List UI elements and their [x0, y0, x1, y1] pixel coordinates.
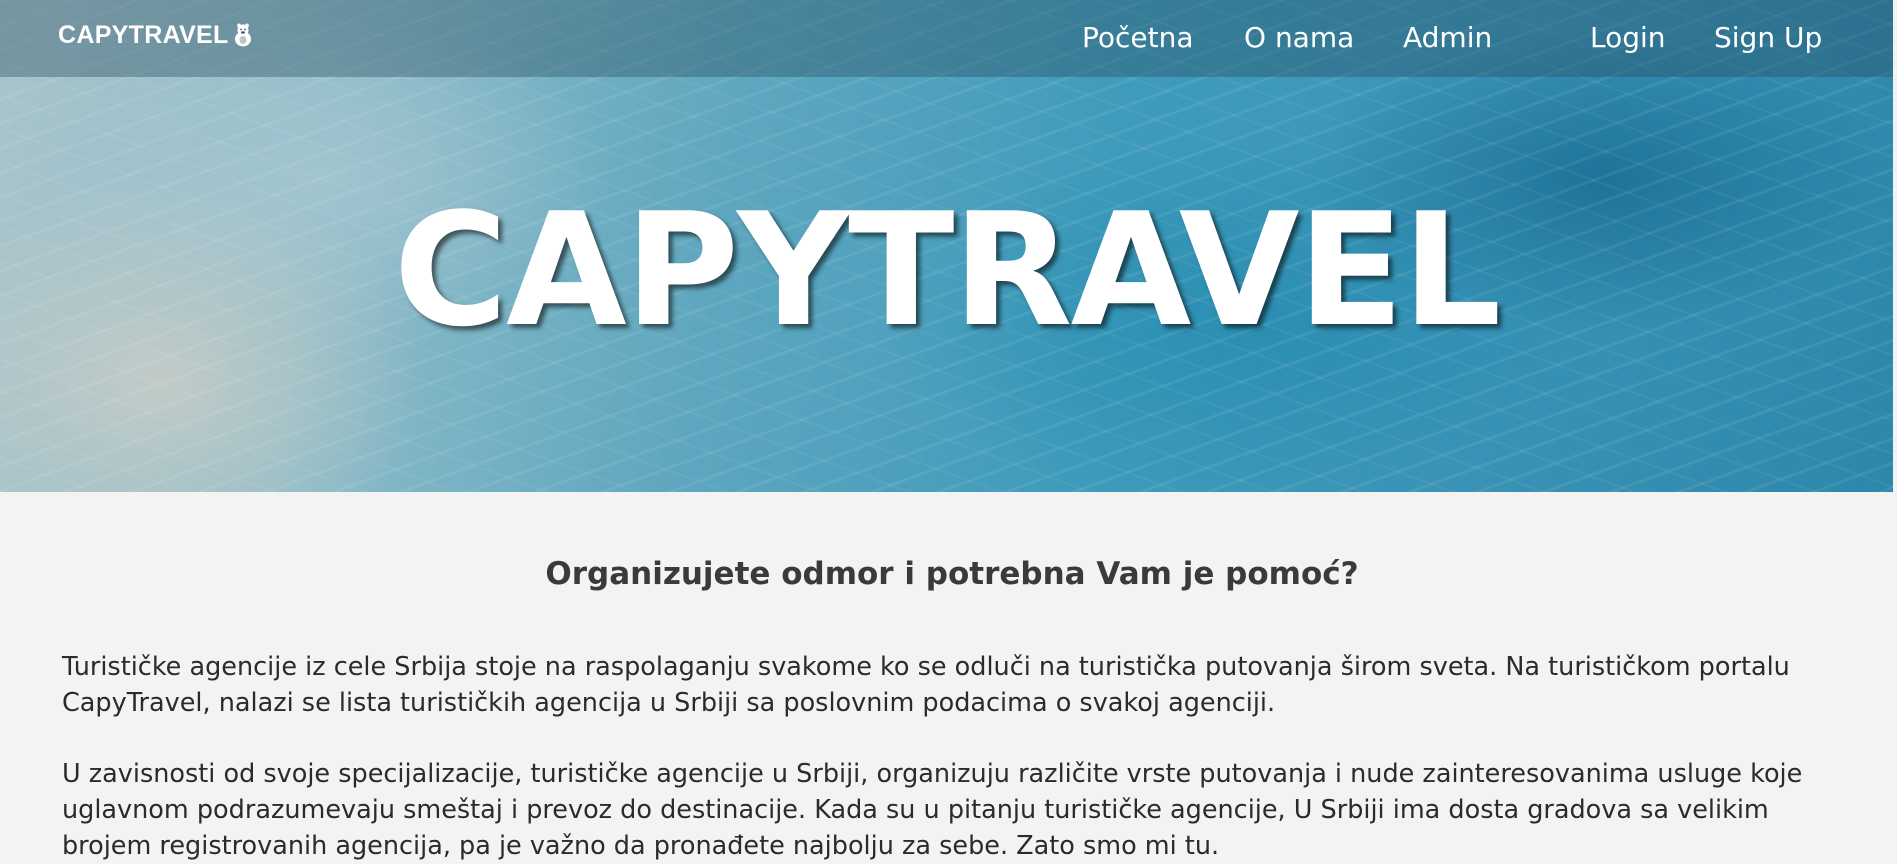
section-heading: Organizujete odmor i potrebna Vam je pom…: [545, 556, 1359, 592]
nav-about-link[interactable]: O nama: [1244, 18, 1354, 58]
capybara-icon: [233, 23, 253, 47]
brand-name: CAPYTRAVEL: [58, 20, 229, 49]
hero-title: CAPYTRAVEL: [393, 179, 1502, 361]
brand-logo-link[interactable]: CAPYTRAVEL: [58, 18, 253, 52]
specialization-paragraph: U zavisnosti od svoje specijalizacije, t…: [62, 759, 1803, 861]
nav-home-link[interactable]: Početna: [1082, 18, 1194, 58]
nav-admin-link[interactable]: Admin: [1403, 18, 1492, 58]
nav-login-link[interactable]: Login: [1590, 18, 1666, 58]
intro-paragraph: Turističke agencije iz cele Srbija stoje…: [62, 652, 1790, 718]
hero-banner: CAPYTRAVEL Početna O nama Admin Login Si…: [0, 0, 1893, 492]
nav-signup-link[interactable]: Sign Up: [1714, 18, 1822, 58]
top-navbar: CAPYTRAVEL Početna O nama Admin Login Si…: [0, 0, 1893, 77]
main-content: Organizujete odmor i potrebna Vam je pom…: [62, 548, 1842, 864]
